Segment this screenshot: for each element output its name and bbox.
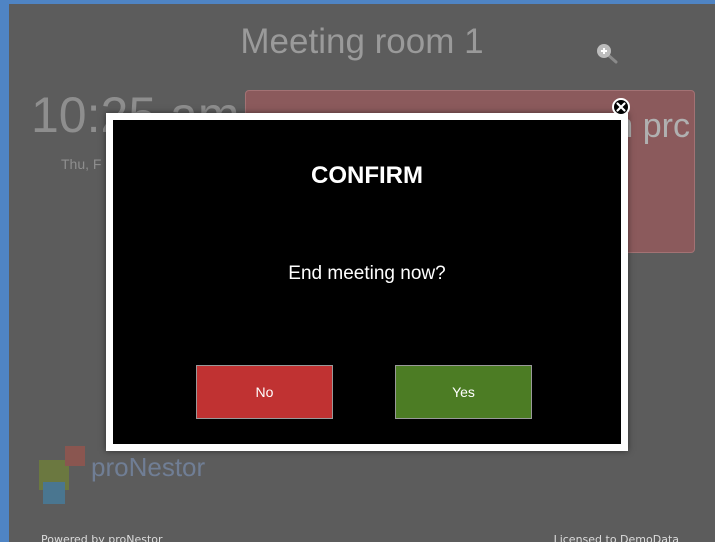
logo-mark-icon [39, 446, 85, 504]
licensed-to-text: Licensed to DemoData [553, 533, 679, 542]
date-label: Thu, F [61, 156, 102, 172]
zoom-in-icon[interactable] [595, 42, 619, 66]
dialog-message: End meeting now? [288, 263, 446, 284]
close-icon[interactable] [612, 98, 630, 116]
powered-by-text: Powered by proNestor [41, 533, 163, 542]
confirm-dialog: CONFIRM End meeting now? No Yes [106, 113, 628, 451]
logo-text: proNestor [91, 452, 206, 482]
no-button[interactable]: No [196, 365, 333, 419]
yes-button[interactable]: Yes [395, 365, 532, 419]
pronestor-logo: proNestor [39, 446, 239, 506]
dialog-title: CONFIRM [311, 162, 423, 189]
